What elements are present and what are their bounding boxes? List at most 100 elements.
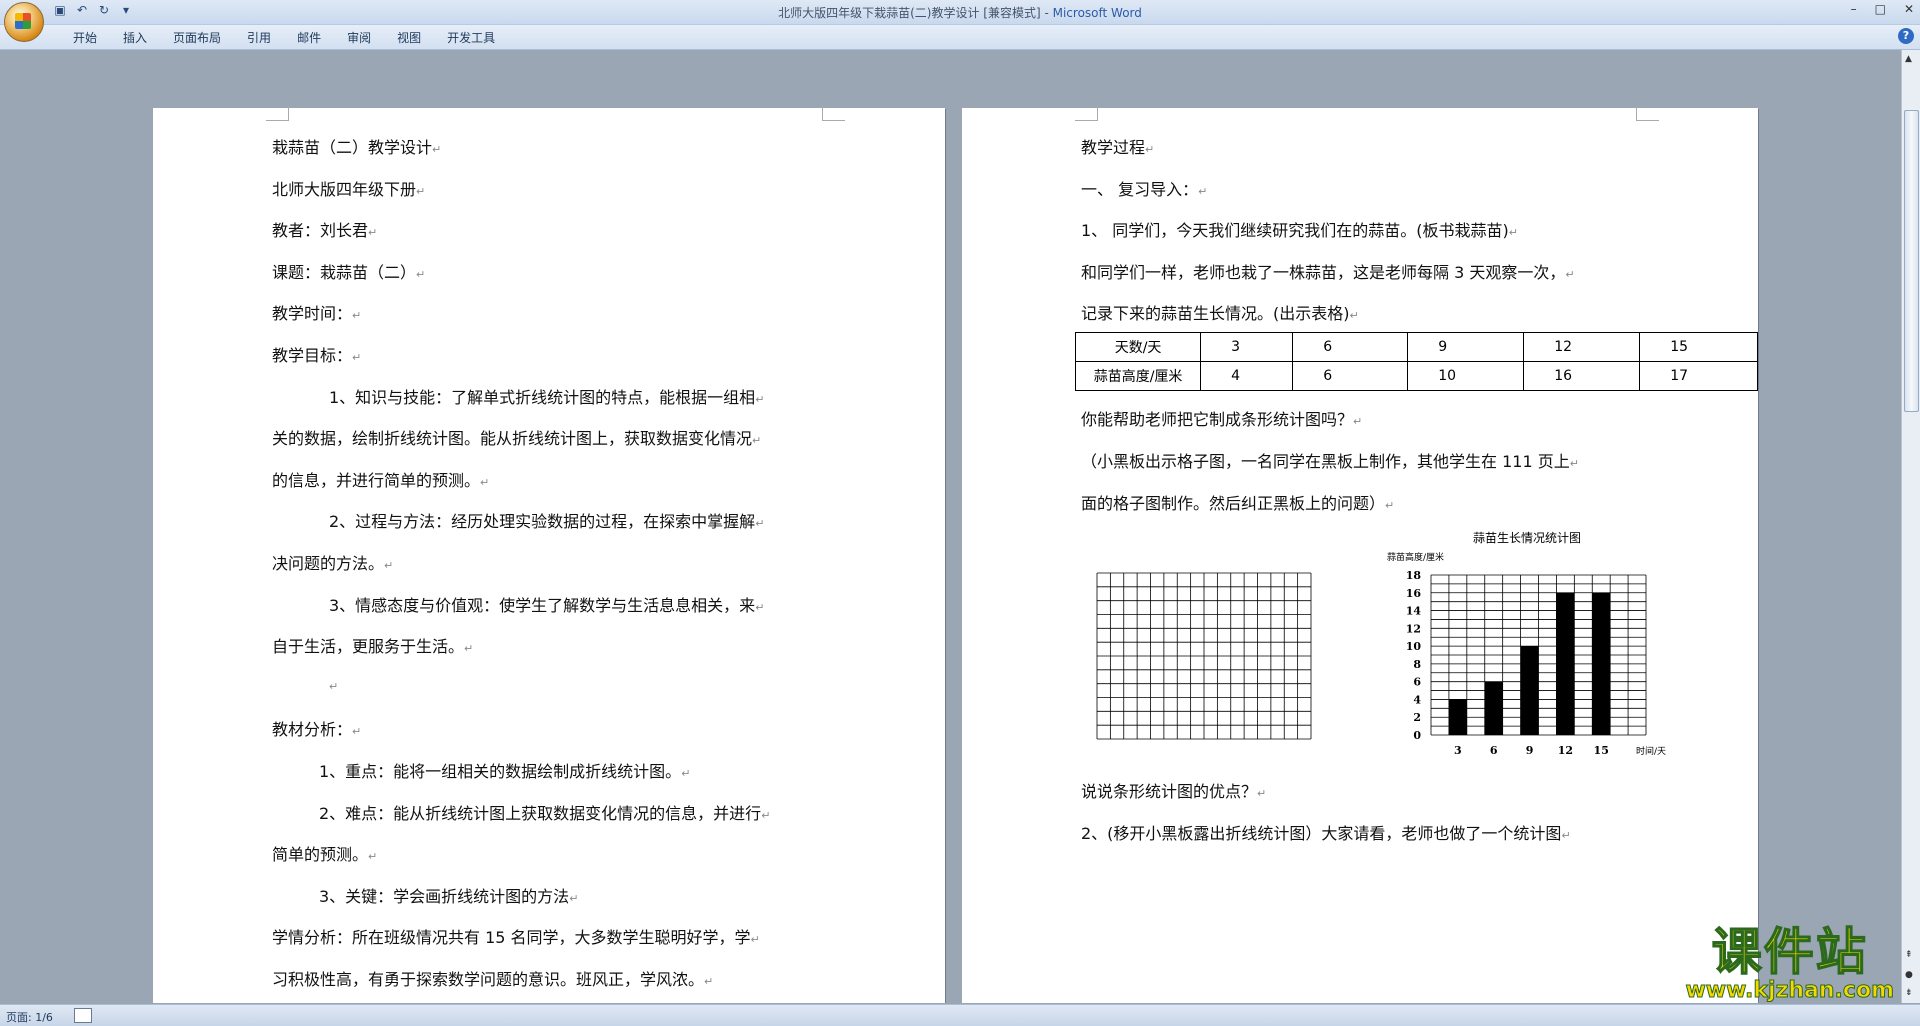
table-cell: 3 <box>1200 332 1294 362</box>
document-page-2[interactable]: 教学过程↵ 一、 复习导入：↵ 1、 同学们，今天我们继续研究我们在的蒜苗。(板书栽… <box>962 106 1758 1003</box>
y-tick-label: 8 <box>1413 658 1421 671</box>
office-button[interactable] <box>4 2 44 42</box>
paragraph-text: 自于生活，更服务于生活。 <box>272 637 465 657</box>
tab-1[interactable]: 插入 <box>110 29 160 46</box>
tab-3[interactable]: 引用 <box>234 29 284 46</box>
paragraph-mark-icon: ↵ <box>432 143 442 156</box>
table-cell: 16 <box>1523 361 1641 391</box>
paragraph-text: （小黑板出示格子图，一名同学在黑板上制作，其他学生在 111 页上 <box>1081 452 1570 471</box>
bar <box>1448 699 1467 735</box>
paragraph-text: 教者：刘长君 <box>272 221 369 241</box>
help-icon[interactable]: ? <box>1898 28 1914 44</box>
document-workspace: 栽蒜苗（二）教学设计↵ 北师大版四年级下册↵ 教者：刘长君↵ 课题：栽蒜苗（二）↵ 教学… <box>0 50 1902 1003</box>
table-cell: 12 <box>1523 332 1641 362</box>
customize-qat-icon[interactable]: ▾ <box>118 3 134 17</box>
paragraph-text: 1、 同学们，今天我们继续研究我们在的蒜苗。(板书栽蒜苗) <box>1081 221 1509 240</box>
undo-icon[interactable]: ↶ <box>74 3 90 17</box>
paragraph-mark-icon: ↵ <box>352 351 362 364</box>
paragraph-text: 关的数据，绘制折线统计图。能从折线统计图上，获取数据变化情况 <box>272 429 753 449</box>
paragraph: 3、关键：学会画折线统计图的方法↵ <box>319 883 578 907</box>
paragraph: 教者：刘长君↵ <box>272 217 377 241</box>
table-cell: 9 <box>1407 332 1525 362</box>
paragraph-mark-icon: ↵ <box>1569 457 1579 470</box>
paragraph: 2、过程与方法：经历处理实验数据的过程，在探索中掌握解↵ <box>329 508 764 532</box>
paragraph-mark-icon: ↵ <box>755 600 765 614</box>
scroll-thumb[interactable] <box>1904 110 1919 412</box>
paragraph-text: 一、 复习导入： <box>1081 179 1199 199</box>
growth-table: 天数/天 3 6 9 12 15 蒜苗高度/厘米 4 6 10 16 17 <box>1074 332 1758 391</box>
bar <box>1556 592 1575 735</box>
page-counter[interactable]: 页面: 1/6 <box>6 1009 53 1025</box>
y-axis-label: 蒜苗高度/厘米 <box>1387 551 1444 563</box>
y-tick-label: 0 <box>1413 729 1421 742</box>
table-cell: 天数/天 <box>1074 332 1202 362</box>
watermark-text: 课件站 <box>1711 923 1868 981</box>
paragraph-text: 2、难点：能从折线统计图上获取数据变化情况的信息，并进行 <box>319 803 762 823</box>
paragraph-text: 的信息，并进行简单的预测。 <box>272 470 481 490</box>
x-tick-label: 3 <box>1454 744 1462 757</box>
browse-object-icon[interactable]: ● <box>1905 970 1913 980</box>
paragraph-mark-icon: ↵ <box>1349 309 1359 322</box>
tab-6[interactable]: 视图 <box>384 29 434 46</box>
bar <box>1484 681 1503 735</box>
paragraph-text: 2、(移开小黑板露出折线统计图）大家请看，老师也做了一个统计图 <box>1081 824 1562 843</box>
next-page-icon[interactable]: ⇟ <box>1905 988 1913 998</box>
paragraph-mark-icon: ↵ <box>681 767 691 780</box>
paragraph: 关的数据，绘制折线统计图。能从折线统计图上，获取数据变化情况↵ <box>272 425 761 449</box>
paragraph: 教材分析：↵ <box>272 716 361 740</box>
y-tick-label: 12 <box>1406 622 1421 635</box>
paragraph: 决问题的方法。↵ <box>272 550 393 574</box>
paragraph-mark-icon: ↵ <box>329 679 339 693</box>
paragraph-text: 栽蒜苗（二）教学设计 <box>272 138 433 157</box>
tab-7[interactable]: 开发工具 <box>434 29 508 46</box>
table-cell: 10 <box>1407 361 1525 391</box>
x-tick-label: 15 <box>1594 744 1609 757</box>
paragraph-mark-icon: ↵ <box>416 184 426 198</box>
x-tick-label: 6 <box>1490 744 1498 757</box>
paragraph-text: 简单的预测。 <box>272 845 369 865</box>
paragraph-text: 说说条形统计图的优点？ <box>1081 782 1258 801</box>
paragraph: 教学时间：↵ <box>272 300 361 324</box>
y-tick-label: 4 <box>1413 693 1421 706</box>
paragraph-mark-icon: ↵ <box>1561 829 1571 842</box>
paragraph: 北师大版四年级下册↵ <box>272 176 425 200</box>
minimize-icon[interactable]: – <box>1851 2 1857 16</box>
paragraph-mark-icon: ↵ <box>1257 787 1267 800</box>
paragraph: 一、 复习导入：↵ <box>1081 176 1207 200</box>
table-row: 蒜苗高度/厘米 4 6 10 16 17 <box>1074 361 1758 391</box>
ribbon-tabs: 开始 插入 页面布局 引用 邮件 审阅 视图 开发工具 <box>60 29 508 46</box>
paragraph-mark-icon: ↵ <box>1565 267 1575 281</box>
proofing-icon[interactable] <box>74 1008 92 1023</box>
paragraph-mark-icon: ↵ <box>1145 143 1155 156</box>
crop-mark <box>1075 106 1098 121</box>
paragraph-mark-icon: ↵ <box>755 392 765 406</box>
tab-5[interactable]: 审阅 <box>334 29 384 46</box>
save-icon[interactable]: ▣ <box>52 3 68 17</box>
tab-0[interactable]: 开始 <box>60 29 110 46</box>
prev-page-icon[interactable]: ⇞ <box>1905 950 1913 960</box>
paragraph: 记录下来的蒜苗生长情况。(出示表格)↵ <box>1081 300 1359 324</box>
tab-4[interactable]: 邮件 <box>284 29 334 46</box>
paragraph-text: 你能帮助老师把它制成条形统计图吗？ <box>1081 410 1354 429</box>
redo-icon[interactable]: ↻ <box>96 3 112 17</box>
paragraph-text: 3、情感态度与价值观：使学生了解数学与生活息息相关，来 <box>329 595 756 615</box>
paragraph-mark-icon: ↵ <box>464 642 474 656</box>
bar <box>1520 646 1539 735</box>
paragraph-mark-icon: ↵ <box>1508 226 1518 239</box>
paragraph: 教学目标：↵ <box>272 342 361 366</box>
crop-mark <box>266 106 289 121</box>
paragraph: 简单的预测。↵ <box>272 841 377 865</box>
maximize-icon[interactable]: □ <box>1875 2 1886 16</box>
scroll-up-icon[interactable]: ▲ <box>1905 54 1912 64</box>
paragraph-mark-icon: ↵ <box>750 933 760 947</box>
document-page-1[interactable]: 栽蒜苗（二）教学设计↵ 北师大版四年级下册↵ 教者：刘长君↵ 课题：栽蒜苗（二）↵ 教学… <box>153 106 945 1003</box>
paragraph-mark-icon: ↵ <box>1385 499 1395 512</box>
paragraph-mark-icon: ↵ <box>384 559 394 572</box>
paragraph: 自于生活，更服务于生活。↵ <box>272 633 473 657</box>
tab-2[interactable]: 页面布局 <box>160 29 234 46</box>
y-tick-label: 6 <box>1413 676 1421 689</box>
paragraph-mark-icon: ↵ <box>1353 415 1363 428</box>
close-icon[interactable]: ✕ <box>1904 2 1914 16</box>
paragraph-mark-icon: ↵ <box>752 434 762 448</box>
vertical-scrollbar[interactable]: ▲ ⇞ ● ⇟ <box>1901 50 1920 1003</box>
